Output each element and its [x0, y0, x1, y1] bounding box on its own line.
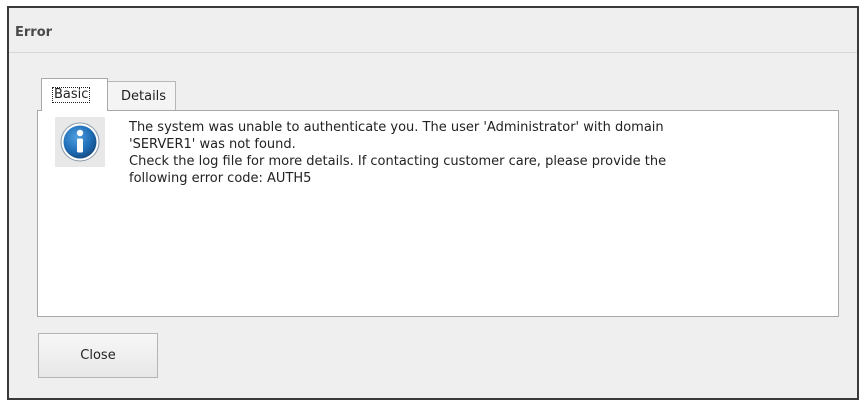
message-line: The system was unable to authenticate yo…: [129, 120, 664, 135]
info-icon: [55, 117, 105, 167]
tab-basic[interactable]: Basic: [41, 78, 108, 111]
tab-details[interactable]: Details: [107, 81, 176, 111]
tab-basic-label: Basic: [51, 87, 91, 103]
error-message: The system was unable to authenticate yo…: [129, 119, 809, 187]
window-title: Error: [15, 25, 53, 40]
message-line: following error code: AUTH5: [129, 171, 312, 186]
message-line: Check the log file for more details. If …: [129, 154, 667, 169]
tab-details-label: Details: [121, 89, 167, 104]
error-dialog: Error Basic Details The system was unabl…: [7, 6, 859, 400]
close-button[interactable]: Close: [38, 333, 158, 378]
title-bar: Error: [9, 8, 857, 53]
message-line: 'SERVER1' was not found.: [129, 137, 296, 152]
tab-content-panel: The system was unable to authenticate yo…: [37, 110, 839, 317]
